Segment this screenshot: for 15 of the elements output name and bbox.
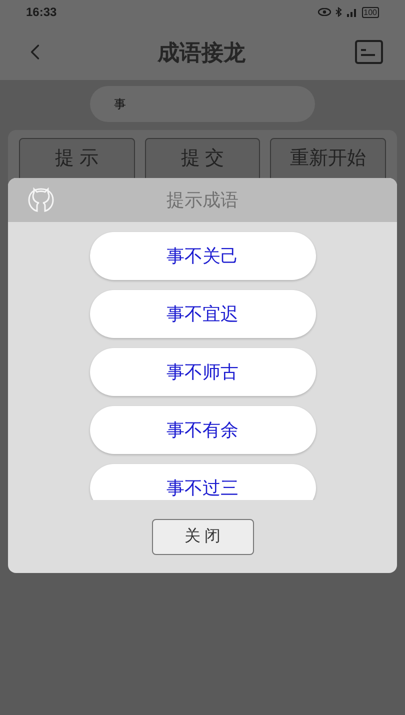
idiom-option[interactable]: 事不师古: [90, 348, 316, 396]
signal-icon: [346, 8, 358, 16]
dialog-title: 提示成语: [166, 188, 238, 212]
idiom-option[interactable]: 事不过三: [90, 464, 316, 500]
cat-icon: [26, 187, 56, 213]
page-title: 成语接龙: [158, 38, 246, 66]
battery-level: 100: [362, 6, 379, 18]
eye-icon: [318, 8, 331, 16]
list-icon[interactable]: [355, 40, 383, 64]
idiom-option[interactable]: 事不关己: [90, 232, 316, 280]
close-button[interactable]: 关 闭: [152, 519, 254, 555]
idiom-option[interactable]: 事不有余: [90, 406, 316, 454]
bluetooth-icon: [334, 7, 342, 17]
idiom-option[interactable]: 事不宜迟: [90, 290, 316, 338]
status-time: 16:33: [26, 4, 57, 21]
